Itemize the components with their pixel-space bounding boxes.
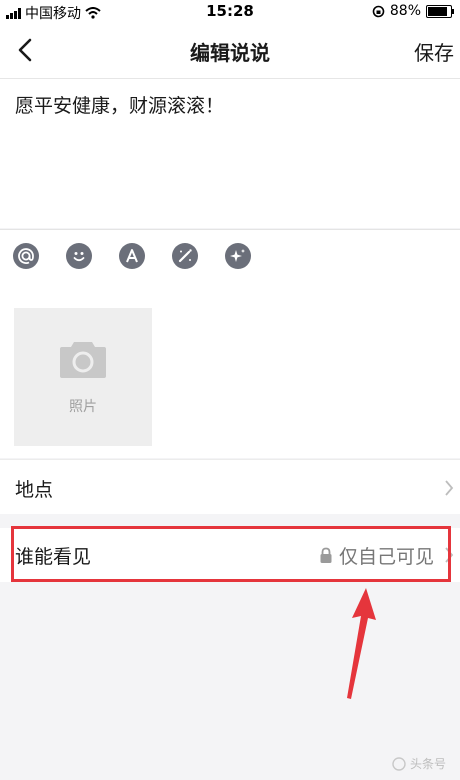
nav-bar: 编辑说说 保存 bbox=[0, 22, 460, 79]
annotation-arrow bbox=[347, 588, 376, 699]
battery-icon bbox=[426, 4, 454, 18]
add-photo-button[interactable]: 照片 bbox=[14, 308, 152, 446]
status-bar: 中国移动 15:28 88% bbox=[0, 0, 460, 22]
font-icon[interactable] bbox=[119, 243, 145, 269]
post-text-area[interactable]: 愿平安健康，财源滚滚！ bbox=[0, 79, 460, 228]
at-icon[interactable] bbox=[13, 243, 39, 269]
photo-label: 照片 bbox=[69, 399, 97, 415]
magic-wand-icon[interactable] bbox=[172, 243, 198, 269]
post-text[interactable]: 愿平安健康，财源滚滚！ bbox=[15, 91, 224, 118]
watermark-logo-icon bbox=[392, 756, 406, 771]
page-title: 编辑说说 bbox=[190, 41, 270, 65]
chevron-right-icon bbox=[445, 480, 454, 496]
save-button[interactable]: 保存 bbox=[414, 37, 454, 66]
location-row[interactable]: 地点 bbox=[0, 459, 460, 514]
watermark-text: 头条号 bbox=[409, 757, 446, 771]
emoji-icon[interactable] bbox=[66, 243, 92, 269]
media-area: 照片 bbox=[0, 283, 460, 458]
watermark: 头条号 bbox=[392, 755, 446, 772]
highlight-box bbox=[11, 526, 451, 582]
battery-percent: 88% bbox=[389, 3, 421, 19]
camera-icon bbox=[60, 342, 106, 378]
sparkle-icon[interactable] bbox=[225, 243, 251, 269]
editor-toolbar bbox=[0, 229, 460, 284]
orientation-lock-icon bbox=[372, 5, 385, 17]
location-label: 地点 bbox=[15, 479, 54, 501]
